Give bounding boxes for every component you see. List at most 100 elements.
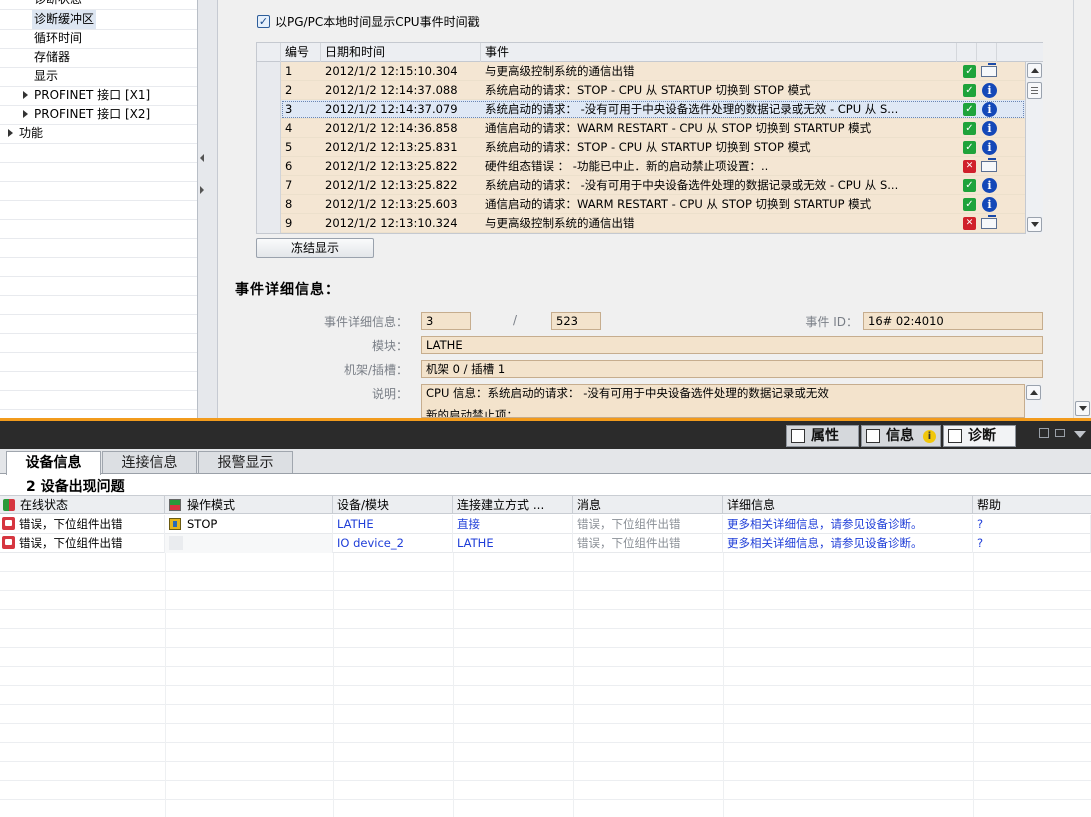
event-row[interactable]: 6 2012/1/2 12:13:25.822 硬件组态错误 ： -功能已中止．新的… [257, 157, 1025, 176]
row-selector[interactable] [257, 100, 281, 119]
info-icon[interactable]: i [982, 140, 997, 155]
event-row[interactable]: 4 2012/1/2 12:14:36.858 通信启动的请求：WARM RESTA… [257, 119, 1025, 138]
header-connection-method[interactable]: 连接建立方式 ... [453, 496, 573, 514]
desc-scroll-up-button[interactable] [1026, 385, 1041, 400]
header-help[interactable]: 帮助 [973, 496, 1091, 514]
tab-diagnostics[interactable]: 诊断 [943, 425, 1016, 447]
event-text: 系统启动的请求： -没有可用于中央设备选件处理的数据记录或无效 - CPU 从 … [485, 178, 899, 192]
event-text: 与更高级控制系统的通信出错 [485, 64, 635, 78]
row-selector[interactable] [257, 214, 281, 233]
error-status-icon [2, 517, 15, 530]
empty-row [0, 553, 1091, 572]
scroll-thumb[interactable] [1027, 82, 1042, 99]
row-selector[interactable] [257, 62, 281, 81]
collapse-left-icon[interactable] [200, 154, 204, 162]
header-event[interactable]: 事件 [481, 43, 957, 62]
event-table: 编号 日期和时间 事件 1 2012/1/2 12:15:10.304 与更高级控制… [256, 42, 1043, 234]
tree-item-label: PROFINET 接口 [X2] [34, 107, 151, 121]
outgoing-event-icon[interactable] [981, 63, 997, 77]
scroll-down-button[interactable] [1027, 217, 1042, 232]
module-field[interactable]: LATHE [421, 336, 1043, 354]
info-icon[interactable]: i [982, 178, 997, 193]
cell-device-link[interactable]: LATHE [333, 515, 453, 534]
device-row[interactable]: 错误，下位组件出错 IO device_2 LATHE 错误，下位组件出错 更多… [0, 534, 1091, 553]
freeze-display-button[interactable]: 冻结显示 [256, 238, 374, 258]
expand-right-icon[interactable] [200, 186, 204, 194]
tree-item-display[interactable]: 显示 [34, 67, 58, 86]
local-time-checkbox[interactable]: ✓ [257, 15, 270, 28]
rack-slot-field[interactable]: 机架 0 / 插槽 1 [421, 360, 1043, 378]
header-message[interactable]: 消息 [573, 496, 723, 514]
event-row[interactable]: 5 2012/1/2 12:13:25.831 系统启动的请求：STOP - CPU… [257, 138, 1025, 157]
panel-splitter[interactable] [198, 0, 218, 418]
cell-message: 错误，下位组件出错 [573, 534, 723, 553]
event-table-scrollbar[interactable] [1025, 62, 1043, 234]
event-id-field[interactable]: 16# 02:4010 [863, 312, 1043, 330]
minimize-panel-icon[interactable] [1055, 429, 1065, 437]
cell-help-link[interactable]: ? [973, 534, 1091, 553]
tree-item-diagnostic-buffer[interactable]: 诊断缓冲区 [32, 10, 97, 29]
empty-row [0, 781, 1091, 800]
header-number[interactable]: 编号 [281, 43, 321, 62]
restore-window-icon[interactable] [1039, 428, 1049, 438]
event-detail-total-field[interactable]: 523 [551, 312, 601, 330]
row-selector[interactable] [257, 195, 281, 214]
tree-item-diagnostic-status[interactable]: 诊断状态 [34, 0, 82, 9]
main-scroll-down-button[interactable] [1075, 401, 1090, 416]
cell-device-link[interactable]: IO device_2 [333, 534, 453, 553]
cell-details-link[interactable]: 更多相关详细信息，请参见设备诊断。 [723, 534, 973, 553]
event-row[interactable]: 7 2012/1/2 12:13:25.822 系统启动的请求： -没有可用于中央设… [257, 176, 1025, 195]
header-online-status[interactable]: 在线状态 [0, 496, 165, 514]
scroll-up-button[interactable] [1027, 63, 1042, 78]
row-selector[interactable] [257, 157, 281, 176]
main-scrollbar[interactable] [1073, 0, 1091, 418]
ok-status-icon: ✓ [963, 122, 976, 135]
collapse-panel-icon[interactable] [1074, 431, 1086, 438]
subtab-device-info[interactable]: 设备信息 [6, 451, 101, 475]
expand-arrow-icon[interactable] [23, 91, 28, 99]
row-selector[interactable] [257, 176, 281, 195]
header-datetime[interactable]: 日期和时间 [321, 43, 481, 62]
outgoing-event-icon[interactable] [981, 158, 997, 172]
cell-message: 错误，下位组件出错 [573, 515, 723, 534]
cell-details-link[interactable]: 更多相关详细信息，请参见设备诊断。 [723, 515, 973, 534]
header-device-module[interactable]: 设备/模块 [333, 496, 453, 514]
device-row[interactable]: 错误，下位组件出错 STOP LATHE 直接 错误，下位组件出错 更多相关详细… [0, 515, 1091, 534]
tab-info[interactable]: 信息 i [861, 425, 941, 447]
event-number: 3 [285, 102, 293, 116]
event-row[interactable]: 3 2012/1/2 12:14:37.079 系统启动的请求： -没有可用于中央设… [257, 100, 1025, 119]
tree-item-functions[interactable]: 功能 [8, 124, 43, 143]
empty-row [0, 648, 1091, 667]
cell-connection[interactable]: 直接 [453, 515, 573, 534]
tree-item-profinet-x2[interactable]: PROFINET 接口 [X2] [23, 105, 150, 124]
tab-properties[interactable]: 属性 [786, 425, 859, 447]
subtab-connection-info[interactable]: 连接信息 [102, 451, 197, 473]
event-row[interactable]: 9 2012/1/2 12:13:10.324 与更高级控制系统的通信出错 ✕ [257, 214, 1025, 233]
cell-connection[interactable]: LATHE [453, 534, 573, 553]
description-scrollbar[interactable] [1024, 384, 1042, 418]
info-icon[interactable]: i [982, 197, 997, 212]
tree-item-memory[interactable]: 存储器 [34, 48, 70, 67]
header-operating-mode[interactable]: 操作模式 [165, 496, 333, 514]
description-field[interactable]: CPU 信息：系统启动的请求： -没有可用于中央设备选件处理的数据记录或无效 新… [421, 384, 1042, 418]
event-datetime: 2012/1/2 12:15:10.304 [325, 64, 458, 78]
event-detail-index-field[interactable]: 3 [421, 312, 471, 330]
row-selector[interactable] [257, 119, 281, 138]
expand-arrow-icon[interactable] [8, 129, 13, 137]
event-row[interactable]: 1 2012/1/2 12:15:10.304 与更高级控制系统的通信出错 ✓ [257, 62, 1025, 81]
row-selector[interactable] [257, 138, 281, 157]
info-icon[interactable]: i [982, 121, 997, 136]
expand-arrow-icon[interactable] [23, 110, 28, 118]
cell-help-link[interactable]: ? [973, 515, 1091, 534]
event-row[interactable]: 8 2012/1/2 12:13:25.603 通信启动的请求：WARM RESTA… [257, 195, 1025, 214]
info-icon[interactable]: i [982, 102, 997, 117]
tree-item-cycle-time[interactable]: 循环时间 [34, 29, 82, 48]
error-status-icon: ✕ [963, 217, 976, 230]
outgoing-event-icon[interactable] [981, 215, 997, 229]
subtab-alarm-display[interactable]: 报警显示 [198, 451, 293, 473]
row-selector[interactable] [257, 81, 281, 100]
header-details[interactable]: 详细信息 [723, 496, 973, 514]
event-row[interactable]: 2 2012/1/2 12:14:37.088 系统启动的请求：STOP - CPU… [257, 81, 1025, 100]
tree-item-profinet-x1[interactable]: PROFINET 接口 [X1] [23, 86, 150, 105]
info-icon[interactable]: i [982, 83, 997, 98]
